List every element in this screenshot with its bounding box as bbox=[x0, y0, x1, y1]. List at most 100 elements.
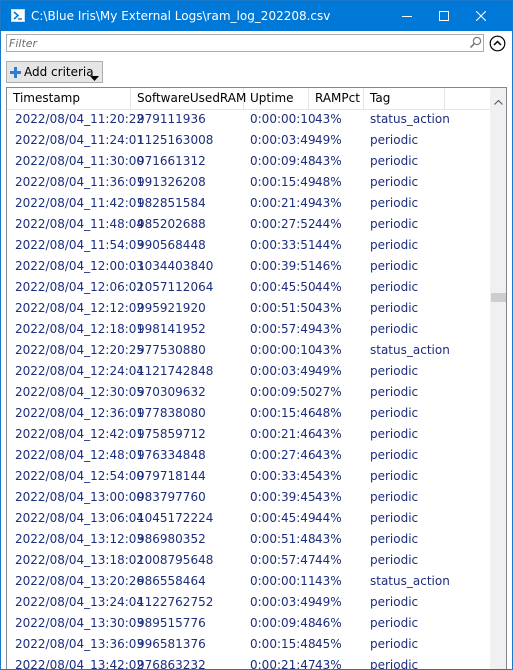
cell-timestamp: 2022/08/04_12:30:05 bbox=[15, 385, 145, 399]
table-row[interactable]: 2022/08/04_13:00:00 983797760 0:00:39:45 43… bbox=[7, 487, 490, 508]
filter-box[interactable] bbox=[6, 34, 484, 52]
cell-rampct: 49% bbox=[315, 595, 342, 609]
cell-tag: status_action bbox=[370, 112, 450, 126]
cell-timestamp: 2022/08/04_12:24:04 bbox=[15, 364, 145, 378]
column-header-softwareusedram[interactable]: SoftwareUsedRAM bbox=[131, 88, 246, 109]
cell-softwareusedram: 1034403840 bbox=[137, 259, 214, 273]
cell-rampct: 44% bbox=[315, 511, 342, 525]
table-row[interactable]: 2022/08/04_11:54:03 990568448 0:00:33:51 44… bbox=[7, 235, 490, 256]
table-row[interactable]: 2022/08/04_13:24:04 1122762752 0:00:03:49 4… bbox=[7, 592, 490, 613]
cell-timestamp: 2022/08/04_11:24:01 bbox=[15, 133, 145, 147]
title-bar[interactable]: C:\Blue Iris\My External Logs\ram_log_20… bbox=[1, 1, 512, 31]
cell-timestamp: 2022/08/04_11:48:04 bbox=[15, 217, 145, 231]
table-row[interactable]: 2022/08/04_12:24:04 1121742848 0:00:03:49 4… bbox=[7, 361, 490, 382]
table-row[interactable]: 2022/08/04_12:42:01 975859712 0:00:21:46 43… bbox=[7, 424, 490, 445]
table-row[interactable]: 2022/08/04_13:42:02 976863232 0:00:21:47 43… bbox=[7, 655, 490, 670]
cell-rampct: 43% bbox=[315, 343, 342, 357]
maximize-button[interactable] bbox=[427, 1, 461, 31]
table-row[interactable]: 2022/08/04_11:36:01 991326208 0:00:15:49 48… bbox=[7, 172, 490, 193]
cell-tag: periodic bbox=[370, 658, 419, 670]
collapse-filter-button[interactable] bbox=[489, 35, 506, 52]
vertical-scrollbar[interactable] bbox=[490, 88, 506, 669]
powershell-icon bbox=[11, 9, 25, 22]
log-grid[interactable]: Timestamp SoftwareUsedRAM Uptime RAMPct … bbox=[6, 87, 507, 670]
table-row[interactable]: 2022/08/04_11:48:04 985202688 0:00:27:52 44… bbox=[7, 214, 490, 235]
table-row[interactable]: 2022/08/04_13:36:03 996581376 0:00:15:48 45… bbox=[7, 634, 490, 655]
cell-rampct: 43% bbox=[315, 112, 342, 126]
cell-rampct: 45% bbox=[315, 637, 342, 651]
cell-uptime: 0:00:27:52 bbox=[250, 217, 316, 231]
cell-softwareusedram: 1045172224 bbox=[137, 511, 214, 525]
cell-rampct: 48% bbox=[315, 175, 342, 189]
column-header-row: Timestamp SoftwareUsedRAM Uptime RAMPct … bbox=[7, 88, 490, 110]
cell-softwareusedram: 998141952 bbox=[137, 322, 206, 336]
cell-softwareusedram: 996581376 bbox=[137, 637, 206, 651]
table-row[interactable]: 2022/08/04_13:06:04 1045172224 0:00:45:49 4… bbox=[7, 508, 490, 529]
cell-tag: periodic bbox=[370, 427, 419, 441]
table-row[interactable]: 2022/08/04_12:36:01 977838080 0:00:15:46 48… bbox=[7, 403, 490, 424]
cell-tag: periodic bbox=[370, 448, 419, 462]
table-row[interactable]: 2022/08/04_11:24:01 1125163008 0:00:03:49 4… bbox=[7, 130, 490, 151]
cell-rampct: 43% bbox=[315, 532, 342, 546]
table-row[interactable]: 2022/08/04_12:06:02 1057112064 0:00:45:50 4… bbox=[7, 277, 490, 298]
filter-input[interactable] bbox=[9, 36, 459, 50]
cell-softwareusedram: 1125163008 bbox=[137, 133, 214, 147]
cell-softwareusedram: 990568448 bbox=[137, 238, 206, 252]
cell-timestamp: 2022/08/04_13:36:03 bbox=[15, 637, 145, 651]
table-row[interactable]: 2022/08/04_12:48:01 976334848 0:00:27:46 43… bbox=[7, 445, 490, 466]
cell-softwareusedram: 971661312 bbox=[137, 154, 206, 168]
cell-timestamp: 2022/08/04_12:54:00 bbox=[15, 469, 145, 483]
cell-softwareusedram: 986980352 bbox=[137, 532, 206, 546]
close-button[interactable] bbox=[464, 1, 498, 31]
table-row[interactable]: 2022/08/04_12:18:01 998141952 0:00:57:49 43… bbox=[7, 319, 490, 340]
cell-uptime: 0:00:57:49 bbox=[250, 322, 316, 336]
add-criteria-button[interactable]: Add criteria bbox=[6, 61, 103, 83]
cell-softwareusedram: 979718144 bbox=[137, 469, 206, 483]
table-row[interactable]: 2022/08/04_12:54:00 979718144 0:00:33:45 43… bbox=[7, 466, 490, 487]
cell-rampct: 43% bbox=[315, 490, 342, 504]
scroll-up-arrow-icon[interactable] bbox=[494, 94, 503, 108]
table-row[interactable]: 2022/08/04_11:20:22 979111936 0:00:00:10 43… bbox=[7, 109, 490, 130]
cell-softwareusedram: 1057112064 bbox=[137, 280, 214, 294]
cell-rampct: 49% bbox=[315, 133, 342, 147]
cell-timestamp: 2022/08/04_12:00:03 bbox=[15, 259, 145, 273]
table-row[interactable]: 2022/08/04_12:12:02 995921920 0:00:51:50 43… bbox=[7, 298, 490, 319]
cell-tag: status_action bbox=[370, 574, 450, 588]
cell-rampct: 43% bbox=[315, 154, 342, 168]
table-row[interactable]: 2022/08/04_12:20:25 977530880 0:00:00:10 43… bbox=[7, 340, 490, 361]
cell-softwareusedram: 982851584 bbox=[137, 196, 206, 210]
cell-uptime: 0:00:27:46 bbox=[250, 448, 316, 462]
cell-timestamp: 2022/08/04_13:00:00 bbox=[15, 490, 145, 504]
column-header-rampct[interactable]: RAMPct bbox=[309, 88, 364, 109]
cell-uptime: 0:00:21:49 bbox=[250, 196, 316, 210]
cell-uptime: 0:00:51:50 bbox=[250, 301, 316, 315]
scrollbar-thumb[interactable] bbox=[491, 293, 506, 302]
table-row[interactable]: 2022/08/04_13:18:02 1008795648 0:00:57:47 4… bbox=[7, 550, 490, 571]
cell-rampct: 44% bbox=[315, 553, 342, 567]
table-row[interactable]: 2022/08/04_11:30:00 971661312 0:00:09:48 43… bbox=[7, 151, 490, 172]
minimize-button[interactable] bbox=[390, 1, 424, 31]
column-header-uptime[interactable]: Uptime bbox=[244, 88, 309, 109]
cell-tag: periodic bbox=[370, 553, 419, 567]
table-row[interactable]: 2022/08/04_12:30:05 970309632 0:00:09:50 27… bbox=[7, 382, 490, 403]
column-header-timestamp[interactable]: Timestamp bbox=[7, 88, 131, 109]
cell-tag: periodic bbox=[370, 637, 419, 651]
table-row[interactable]: 2022/08/04_13:30:03 989515776 0:00:09:48 46… bbox=[7, 613, 490, 634]
column-header-tag[interactable]: Tag bbox=[364, 88, 445, 109]
table-row[interactable]: 2022/08/04_12:00:03 1034403840 0:00:39:51 4… bbox=[7, 256, 490, 277]
cell-timestamp: 2022/08/04_13:18:02 bbox=[15, 553, 145, 567]
cell-softwareusedram: 975859712 bbox=[137, 427, 206, 441]
cell-uptime: 0:00:33:45 bbox=[250, 469, 316, 483]
cell-timestamp: 2022/08/04_13:42:02 bbox=[15, 658, 145, 670]
search-icon[interactable] bbox=[469, 36, 482, 52]
table-row[interactable]: 2022/08/04_13:12:03 986980352 0:00:51:48 43… bbox=[7, 529, 490, 550]
cell-tag: periodic bbox=[370, 196, 419, 210]
minimize-icon bbox=[402, 16, 412, 17]
table-row[interactable]: 2022/08/04_11:42:01 982851584 0:00:21:49 43… bbox=[7, 193, 490, 214]
table-row[interactable]: 2022/08/04_13:20:26 986558464 0:00:00:11 43… bbox=[7, 571, 490, 592]
cell-rampct: 49% bbox=[315, 364, 342, 378]
cell-softwareusedram: 1008795648 bbox=[137, 553, 214, 567]
cell-rampct: 43% bbox=[315, 427, 342, 441]
column-header-filler bbox=[445, 88, 490, 109]
cell-tag: periodic bbox=[370, 259, 419, 273]
